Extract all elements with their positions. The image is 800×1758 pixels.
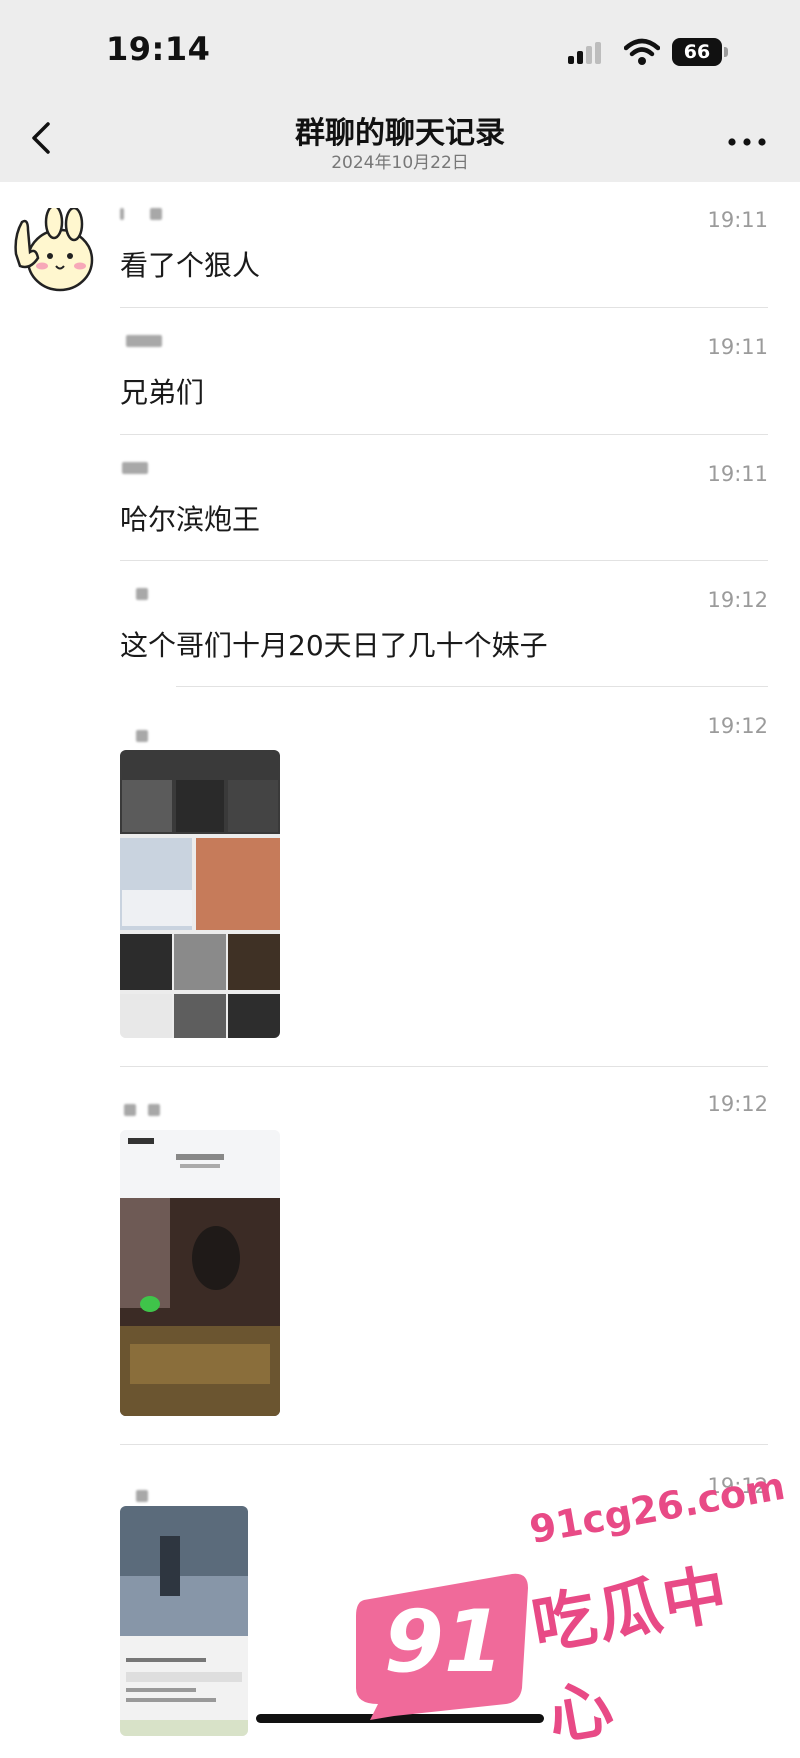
- divider: [176, 686, 768, 687]
- message-image-screenshot[interactable]: [120, 1506, 248, 1736]
- divider: [120, 307, 768, 308]
- wifi-icon: [624, 38, 660, 65]
- message-item[interactable]: 19:12: [120, 714, 768, 746]
- sender-avatar-rabbit-sticker[interactable]: [8, 208, 100, 296]
- screenshot-image: [120, 1506, 248, 1736]
- message-item[interactable]: 19:12 这个哥们十月20天日了几十个妹子: [120, 588, 768, 662]
- cellular-signal-icon: [568, 42, 601, 64]
- watermark-logo-number: 91: [384, 1592, 504, 1692]
- message-text: 兄弟们: [120, 376, 205, 409]
- message-time: 19:12: [707, 714, 768, 738]
- message-text: 这个哥们十月20天日了几十个妹子: [120, 629, 548, 662]
- message-image-screenshot[interactable]: [120, 1130, 280, 1416]
- divider: [120, 434, 768, 435]
- page-subtitle-date: 2024年10月22日: [331, 153, 469, 173]
- collage-image: [120, 750, 280, 1038]
- message-time: 19:11: [707, 462, 768, 486]
- divider: [120, 560, 768, 561]
- battery-level: 66: [683, 41, 711, 63]
- message-time: 19:11: [707, 208, 768, 232]
- message-time: 19:11: [707, 335, 768, 359]
- message-item[interactable]: 19:11 看了个狠人: [120, 208, 768, 282]
- top-bar: 19:14 66 群聊的聊天记录 2024年10月22日: [0, 0, 800, 182]
- divider: [120, 1066, 768, 1067]
- message-item[interactable]: 19:11 哈尔滨炮王: [120, 462, 768, 536]
- status-time: 19:14: [106, 30, 211, 68]
- message-item[interactable]: 19:11 兄弟们: [120, 335, 768, 409]
- watermark-name: 吃瓜中心: [526, 1557, 735, 1756]
- message-text: 哈尔滨炮王: [120, 503, 261, 536]
- message-image-collage[interactable]: [120, 750, 280, 1038]
- message-text: 看了个狠人: [120, 249, 261, 282]
- message-time: 19:12: [707, 588, 768, 612]
- divider: [120, 1444, 768, 1445]
- battery-icon: 66: [672, 38, 728, 68]
- more-options-icon[interactable]: [728, 138, 766, 146]
- screenshot-image: [120, 1130, 280, 1416]
- message-time: 19:12: [707, 1092, 768, 1116]
- page-title: 群聊的聊天记录: [295, 116, 505, 151]
- message-item[interactable]: 19:12: [120, 1092, 768, 1124]
